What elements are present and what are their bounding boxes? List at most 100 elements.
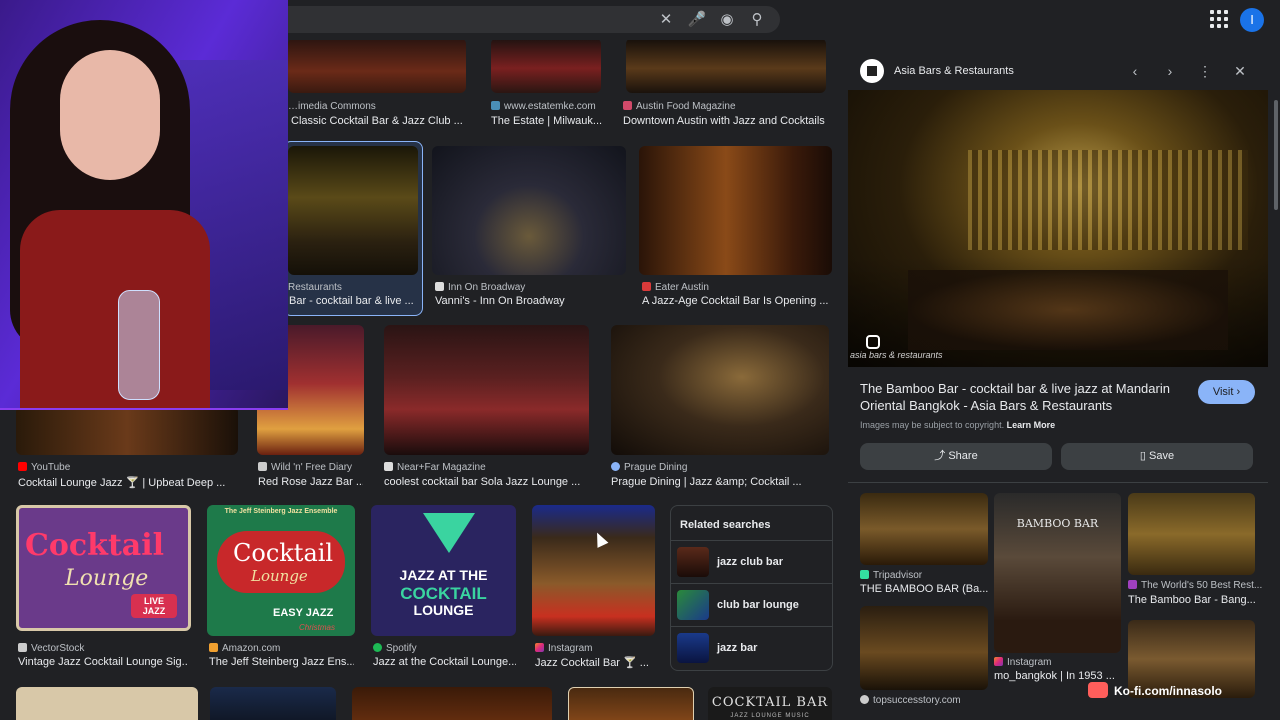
result-image[interactable]: [626, 40, 826, 93]
art-text: JAZZ AT THE: [399, 567, 488, 583]
result-source: VectorStock: [18, 643, 84, 654]
related-thumb: [677, 547, 709, 577]
related-search-item[interactable]: club bar lounge: [671, 583, 832, 626]
result-image[interactable]: [288, 146, 418, 275]
lens-icon[interactable]: ◉: [717, 10, 737, 30]
related-source: topsuccesstory.com: [860, 695, 961, 706]
art-text: Cocktail: [25, 528, 165, 563]
result-source: Prague Dining: [611, 462, 687, 473]
instagram-icon: [994, 657, 1003, 666]
art-text: COCKTAIL BAR: [711, 695, 829, 710]
learn-more-link[interactable]: Learn More: [1007, 420, 1056, 430]
related-title[interactable]: THE BAMBOO BAR (Ba...: [860, 583, 988, 595]
result-image[interactable]: Cocktail Lounge LIVE JAZZ: [16, 505, 191, 631]
result-title[interactable]: Red Rose Jazz Bar ...: [258, 476, 363, 488]
related-image[interactable]: BAMBOO BAR: [994, 493, 1121, 653]
result-source: Amazon.com: [209, 643, 280, 654]
related-thumb: [677, 590, 709, 620]
spotify-icon: [373, 643, 382, 652]
result-image[interactable]: [16, 687, 198, 720]
site-favicon: [435, 282, 444, 291]
result-image[interactable]: [611, 325, 829, 455]
more-options-icon[interactable]: ⋮: [1195, 61, 1215, 81]
art-text: Cocktail: [233, 539, 334, 567]
result-image[interactable]: [568, 687, 694, 720]
visit-button[interactable]: Visit ›: [1198, 380, 1255, 404]
related-image[interactable]: [860, 493, 988, 565]
instagram-icon: [535, 643, 544, 652]
share-button[interactable]: ⤴ Share: [860, 443, 1052, 470]
result-title[interactable]: Bar - cocktail bar & live ...: [289, 295, 414, 307]
related-search-label: jazz club bar: [717, 556, 784, 568]
related-search-item[interactable]: jazz bar: [671, 626, 832, 669]
site-favicon: [258, 462, 267, 471]
result-title[interactable]: Prague Dining | Jazz &amp; Cocktail ...: [611, 476, 829, 488]
related-image[interactable]: [1128, 493, 1255, 575]
related-image[interactable]: [860, 606, 988, 690]
art-text: Christmas: [299, 623, 336, 632]
mic-icon[interactable]: 🎤: [687, 10, 707, 30]
result-title[interactable]: Cocktail Lounge Jazz 🍸 | Upbeat Deep ...: [18, 476, 240, 489]
result-image[interactable]: [491, 40, 601, 93]
related-source: Tripadvisor: [860, 570, 922, 581]
result-title[interactable]: Vanni's - Inn On Broadway: [435, 295, 625, 307]
result-image[interactable]: [532, 505, 655, 636]
result-image[interactable]: [210, 687, 336, 720]
result-source: Instagram: [535, 643, 592, 654]
result-image[interactable]: [288, 40, 466, 93]
search-box[interactable]: ✕ 🎤 ◉ ⚲: [288, 6, 780, 33]
related-title[interactable]: mo_bangkok | In 1953 ...: [994, 670, 1121, 682]
result-image[interactable]: JAZZ AT THE COCKTAIL LOUNGE: [371, 505, 516, 636]
result-title[interactable]: A Jazz-Age Cocktail Bar Is Opening ...: [642, 295, 832, 307]
result-title[interactable]: The Jeff Steinberg Jazz Ens...: [209, 656, 354, 668]
site-favicon: [491, 101, 500, 110]
result-image[interactable]: [352, 687, 552, 720]
previous-icon[interactable]: ‹: [1125, 61, 1145, 81]
result-image[interactable]: [384, 325, 589, 455]
account-avatar[interactable]: I: [1240, 8, 1264, 32]
preview-image[interactable]: [848, 90, 1268, 367]
youtube-icon: [18, 462, 27, 471]
art-text: COCKTAIL: [400, 584, 487, 603]
related-search-item[interactable]: jazz club bar: [671, 540, 832, 583]
result-image[interactable]: [16, 406, 238, 455]
site-favicon: [860, 695, 869, 704]
result-source: www.estatemke.com: [491, 101, 596, 112]
result-image[interactable]: [432, 146, 626, 275]
result-title[interactable]: Jazz Cocktail Bar 🍸 ...: [535, 656, 655, 669]
result-source: Austin Food Magazine: [623, 101, 736, 112]
close-icon[interactable]: ✕: [1230, 61, 1250, 81]
panel-scrollbar[interactable]: [1274, 100, 1278, 210]
next-icon[interactable]: ›: [1160, 61, 1180, 81]
lens-search-icon[interactable]: [866, 335, 880, 349]
result-title[interactable]: Vintage Jazz Cocktail Lounge Sig...: [18, 656, 188, 668]
search-icon[interactable]: ⚲: [747, 10, 767, 30]
related-searches-card: Related searches jazz club bar club bar …: [670, 505, 833, 671]
preview-title[interactable]: The Bamboo Bar - cocktail bar & live jaz…: [860, 380, 1190, 414]
related-title[interactable]: The Bamboo Bar - Bang...: [1128, 594, 1255, 606]
result-image[interactable]: The Jeff Steinberg Jazz Ensemble Cocktai…: [207, 505, 355, 636]
image-preview-panel: Asia Bars & Restaurants ‹ › ⋮ ✕ asia bar…: [848, 50, 1268, 720]
result-title[interactable]: coolest cocktail bar Sola Jazz Lounge ..…: [384, 476, 589, 488]
preview-site-name[interactable]: Asia Bars & Restaurants: [894, 65, 1014, 77]
result-source: Near+Far Magazine: [384, 462, 486, 473]
save-button[interactable]: ▯ Save: [1061, 443, 1253, 470]
result-source: YouTube: [18, 462, 70, 473]
result-title[interactable]: Classic Cocktail Bar & Jazz Club ...: [291, 115, 466, 127]
bamboo-bar-logo: BAMBOO BAR: [1016, 517, 1099, 530]
result-title[interactable]: Downtown Austin with Jazz and Cocktails: [623, 115, 828, 127]
site-favicon: [1128, 580, 1137, 589]
result-image[interactable]: [639, 146, 832, 275]
result-title[interactable]: Jazz at the Cocktail Lounge...: [373, 656, 516, 668]
result-source: Inn On Broadway: [435, 282, 525, 293]
apps-grid-icon[interactable]: [1210, 10, 1230, 30]
kofi-cup-icon: [1088, 682, 1108, 698]
kofi-overlay: Ko-fi.com/innasolo: [1088, 682, 1222, 698]
result-title[interactable]: The Estate | Milwauk...: [491, 115, 603, 127]
close-icon[interactable]: ✕: [656, 10, 676, 30]
copyright-notice: Images may be subject to copyright. Lear…: [860, 420, 1056, 430]
image-watermark: asia bars & restaurants: [850, 350, 943, 360]
art-text: LIVE JAZZ: [131, 594, 177, 618]
site-logo-icon: [860, 59, 884, 83]
result-image[interactable]: COCKTAIL BAR JAZZ LOUNGE MUSIC: [708, 687, 832, 720]
